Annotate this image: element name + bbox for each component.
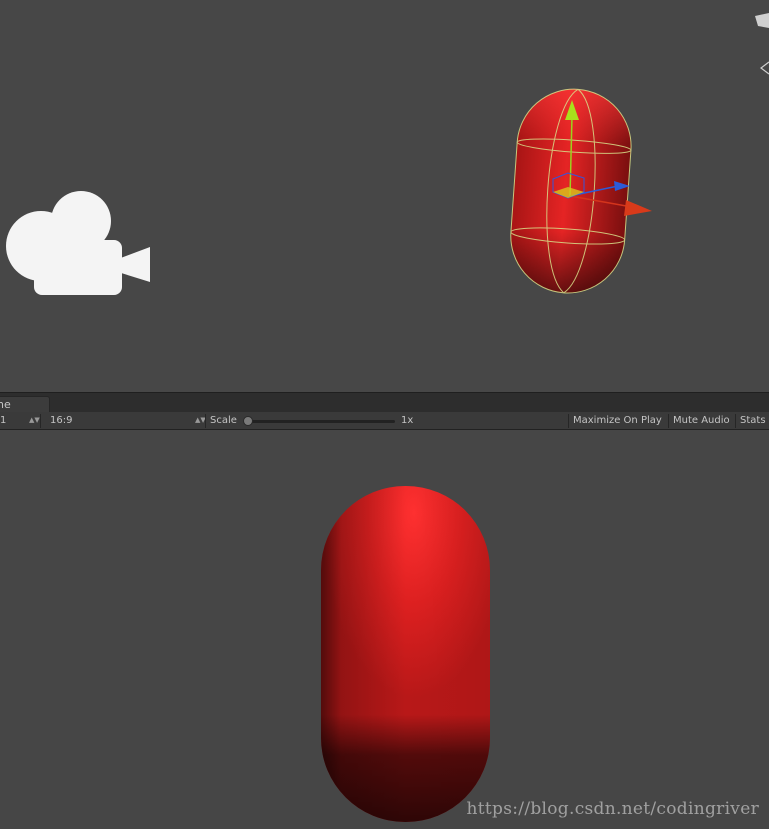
game-toolbar: 1 ▲▼ 16:9 ▲▼ Scale 1x Maximize On Play M…: [0, 412, 769, 430]
tab-game[interactable]: ne: [0, 396, 50, 413]
toolbar-divider: [735, 414, 736, 428]
display-dropdown[interactable]: 1 ▲▼: [0, 412, 40, 429]
game-tab-bar: ne: [0, 392, 769, 413]
scale-slider-thumb[interactable]: [243, 416, 253, 426]
dropdown-arrows-icon: ▲▼: [29, 416, 40, 424]
scale-slider-track[interactable]: [245, 420, 395, 423]
scale-value: 1x: [401, 415, 414, 426]
game-canvas: [321, 486, 490, 822]
toolbar-divider: [40, 414, 41, 428]
scene-canvas[interactable]: [0, 0, 769, 392]
camera-gizmo-icon[interactable]: [6, 191, 150, 295]
maximize-on-play-button[interactable]: Maximize On Play: [573, 412, 662, 429]
game-view[interactable]: https://blog.csdn.net/codingriver: [0, 430, 769, 829]
aspect-ratio-dropdown[interactable]: 16:9 ▲▼: [50, 412, 206, 429]
tab-game-label: ne: [0, 398, 11, 411]
game-capsule: [321, 486, 490, 822]
mute-audio-button[interactable]: Mute Audio: [673, 412, 730, 429]
watermark: https://blog.csdn.net/codingriver: [466, 799, 759, 819]
toolbar-divider: [205, 414, 206, 428]
scene-orientation-gizmo[interactable]: [755, 13, 769, 75]
scene-view[interactable]: [0, 0, 769, 392]
toolbar-divider: [668, 414, 669, 428]
aspect-ratio-value: 16:9: [50, 415, 73, 426]
scale-label: Scale: [210, 415, 237, 426]
stats-button[interactable]: Stats: [740, 412, 766, 429]
toolbar-divider: [568, 414, 569, 428]
x-axis-arrow-icon[interactable]: [624, 200, 652, 216]
display-value: 1: [0, 415, 7, 426]
